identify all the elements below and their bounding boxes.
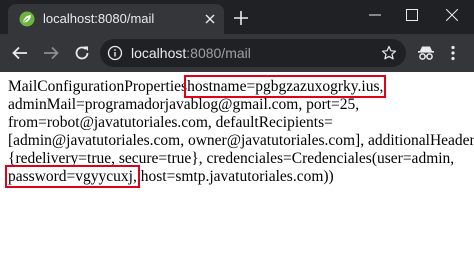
url-host: localhost (131, 45, 187, 61)
output-line-2: adminMail=programadorjavablog@gmail.com,… (8, 96, 360, 113)
bookmark-star-icon[interactable] (381, 45, 397, 61)
hostname-highlight: hostname=pgbgzazuxogrky.ius, (184, 75, 387, 98)
host-value: host=smtp.javatutoriales.com)) (140, 168, 334, 185)
incognito-icon[interactable] (417, 45, 435, 61)
url-text[interactable]: localhost:8080/mail (131, 45, 251, 61)
new-tab-icon[interactable] (234, 11, 248, 25)
output-line-3: from=robot@javatutoriales.com, defaultRe… (8, 114, 333, 131)
address-bar[interactable]: localhost:8080/mail (100, 39, 406, 67)
close-icon (446, 9, 458, 21)
output-line-4: [admin@javatutoriales.com, owner@javatut… (8, 132, 474, 149)
back-arrow-icon[interactable] (11, 44, 29, 62)
output-line-6: password=vgyycuxj, host=smtp.javatutoria… (5, 165, 468, 188)
browser-tab[interactable]: localhost:8080/mail (8, 4, 224, 34)
close-window-button[interactable] (434, 0, 470, 30)
password-highlight: password=vgyycuxj, (5, 165, 140, 188)
maximize-button[interactable] (394, 0, 430, 30)
tab-title: localhost:8080/mail (43, 11, 155, 26)
minimize-button[interactable] (357, 0, 393, 30)
url-path: :8080/mail (186, 45, 251, 61)
output-line-1: MailConfigurationPropertieshostname=pgbg… (8, 75, 468, 98)
reload-icon[interactable] (73, 44, 91, 62)
tab-bar: localhost:8080/mail (0, 0, 474, 34)
minimize-icon (369, 14, 381, 16)
spring-leaf-icon (19, 11, 35, 27)
close-tab-icon[interactable] (204, 13, 216, 25)
config-class-name: MailConfigurationProperties (8, 78, 188, 95)
forward-arrow-icon[interactable] (42, 44, 60, 62)
page-body: MailConfigurationPropertieshostname=pgbg… (5, 75, 474, 188)
maximize-icon (406, 9, 418, 21)
browser-toolbar: localhost:8080/mail (0, 34, 474, 72)
output-line-5: {redelivery=true, secure=true}, credenci… (8, 150, 455, 167)
more-menu-icon[interactable] (450, 45, 456, 61)
info-icon[interactable] (107, 45, 123, 61)
